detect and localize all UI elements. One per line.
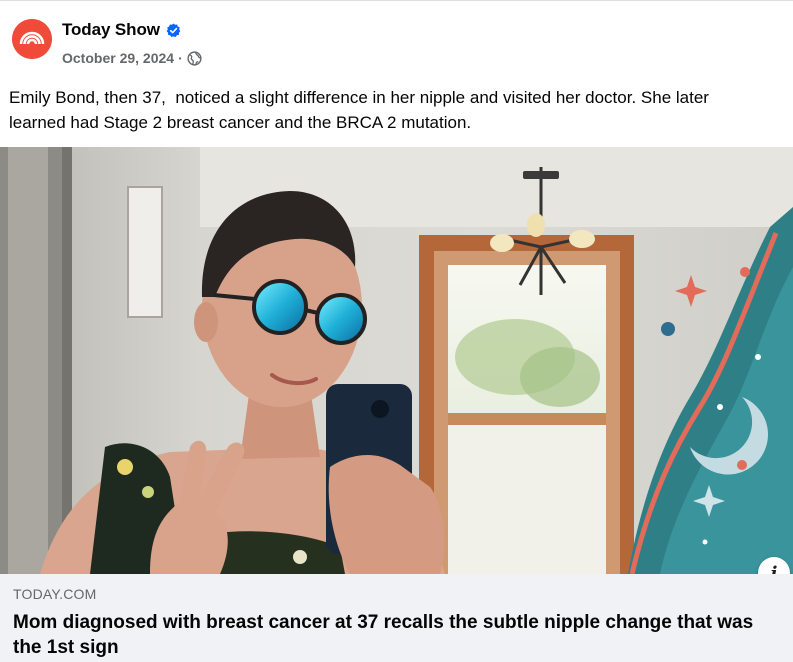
link-domain: TODAY.COM <box>13 586 97 602</box>
verified-badge-icon <box>166 22 181 37</box>
name-row: Today Show <box>62 19 202 41</box>
globe-icon[interactable] <box>187 50 202 66</box>
post-text: Emily Bond, then 37, noticed a slight di… <box>9 85 784 135</box>
link-headline[interactable]: Mom diagnosed with breast cancer at 37 r… <box>13 610 783 660</box>
separator-dot: · <box>178 50 183 66</box>
article-photo[interactable] <box>0 147 793 574</box>
post-text-line-1: Emily Bond, then 37, noticed a slight di… <box>9 88 709 107</box>
post-meta: Today Show October 29, 2024 · <box>62 19 202 69</box>
mirror-selfie-image <box>0 147 793 574</box>
page-avatar[interactable] <box>12 19 52 59</box>
post-date-link[interactable]: October 29, 2024 <box>62 50 174 66</box>
facebook-post: Today Show October 29, 2024 · Emily Bond… <box>0 0 793 662</box>
link-preview-card[interactable]: TODAY.COM Mom diagnosed with breast canc… <box>0 574 793 662</box>
post-text-line-2: learned had Stage 2 breast cancer and th… <box>9 113 472 132</box>
page-name-link[interactable]: Today Show <box>62 20 160 40</box>
post-subline: October 29, 2024 · <box>62 47 202 69</box>
post-header: Today Show October 29, 2024 · <box>12 19 202 67</box>
today-rainbow-logo-icon <box>12 19 52 59</box>
